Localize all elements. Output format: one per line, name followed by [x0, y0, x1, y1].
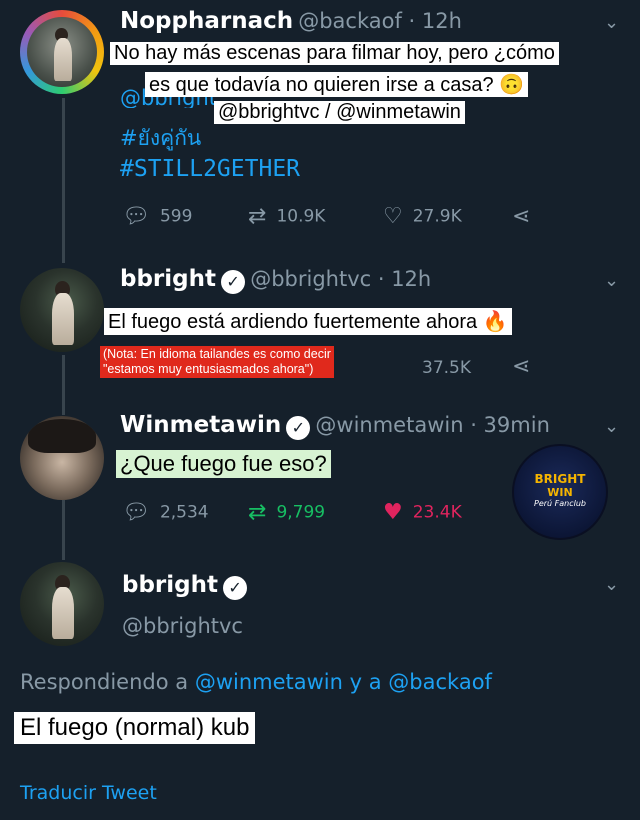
author-name[interactable]: bbright [122, 572, 218, 598]
thread-line [62, 355, 65, 415]
chevron-down-icon[interactable]: ⌄ [604, 12, 619, 33]
replying-to: Respondiendo a @winmetawin y a @backaof [20, 670, 492, 694]
retweet-icon: ⇄ [248, 204, 267, 229]
translate-tweet-link[interactable]: Traducir Tweet [20, 782, 157, 804]
logo-text: Perú Fanclub [534, 499, 586, 508]
caption-translation: @bbrightvc / @winmetawin [214, 101, 465, 124]
like-count: 37.5K [422, 358, 471, 378]
hashtag-link[interactable]: #ยังคู่กัน [120, 122, 201, 155]
heart-icon: ♡ [383, 204, 403, 229]
reply-button[interactable]: 💬︎ 599 [122, 204, 192, 229]
retweet-count: 10.9K [276, 206, 326, 227]
caption-translation: ¿Que fuego fue eso? [116, 450, 331, 478]
caption-translation: es que todavía no quieren irse a casa? 🙃 [145, 72, 529, 97]
translation-note: (Nota: En idioma tailandes es como decir… [100, 346, 334, 378]
chevron-down-icon[interactable]: ⌄ [604, 416, 619, 437]
heart-icon: ♥ [383, 500, 403, 525]
share-icon: ⋖ [512, 354, 531, 379]
author-handle[interactable]: @backaof · 12h [298, 9, 462, 33]
like-button[interactable]: ♥ 23.4K [383, 500, 462, 525]
chevron-down-icon[interactable]: ⌄ [604, 574, 619, 595]
reply-icon: 💬︎ [122, 204, 150, 229]
logo-text: BRIGHT [534, 472, 586, 486]
retweet-icon: ⇄ [248, 500, 267, 525]
author-handle[interactable]: @bbrightvc [122, 614, 243, 638]
retweet-button[interactable]: ⇄ 10.9K [248, 204, 325, 229]
author-name[interactable]: bbright [120, 266, 216, 292]
avatar[interactable] [20, 10, 104, 94]
share-icon: ⋖ [512, 204, 531, 229]
share-button[interactable]: ⋖ [512, 354, 540, 379]
caption-translation: No hay más escenas para filmar hoy, pero… [110, 42, 559, 65]
share-button[interactable]: ⋖ [512, 204, 540, 229]
retweet-button[interactable]: ⇄ 9,799 [248, 500, 325, 525]
hashtag-link[interactable]: #STILL2GETHER [120, 156, 300, 182]
retweet-count: 9,799 [276, 502, 326, 523]
author-name[interactable]: Winmetawin [120, 412, 281, 438]
caption-translation: El fuego está ardiendo fuertemente ahora… [104, 308, 512, 335]
verified-badge-icon: ✓ [223, 575, 248, 600]
chevron-down-icon[interactable]: ⌄ [604, 270, 619, 291]
replying-conj: y a [349, 670, 382, 694]
caption-translation: El fuego (normal) kub [14, 712, 256, 744]
reply-count: 2,534 [159, 502, 209, 523]
logo-text: WIN [547, 486, 573, 499]
author-handle[interactable]: @bbrightvc · 12h [250, 267, 431, 291]
mention-link[interactable]: @backaof [388, 670, 492, 694]
verified-badge-icon: ✓ [221, 269, 246, 294]
mention-link[interactable]: @winmetawin [195, 670, 343, 694]
avatar[interactable] [20, 268, 104, 352]
avatar[interactable] [20, 416, 104, 500]
reply-button[interactable]: 💬︎ 2,534 [122, 500, 209, 525]
thread-line [62, 98, 65, 263]
reply-icon: 💬︎ [122, 500, 150, 525]
verified-badge-icon: ✓ [286, 415, 311, 440]
reply-count: 599 [159, 206, 193, 227]
avatar[interactable] [20, 562, 104, 646]
replying-label: Respondiendo a [20, 670, 189, 694]
note-line: (Nota: En idioma tailandes es como decir [103, 347, 331, 361]
fanclub-logo: BRIGHT WIN Perú Fanclub [512, 444, 608, 540]
like-count: 23.4K [412, 502, 462, 523]
note-line: "estamos muy entusiasmados ahora") [103, 362, 314, 376]
like-button[interactable]: ♡ 27.9K [383, 204, 462, 229]
author-name[interactable]: Noppharnach [120, 8, 293, 34]
like-count: 27.9K [412, 206, 462, 227]
author-handle[interactable]: @winmetawin · 39min [315, 413, 549, 437]
thread-line [62, 500, 65, 560]
